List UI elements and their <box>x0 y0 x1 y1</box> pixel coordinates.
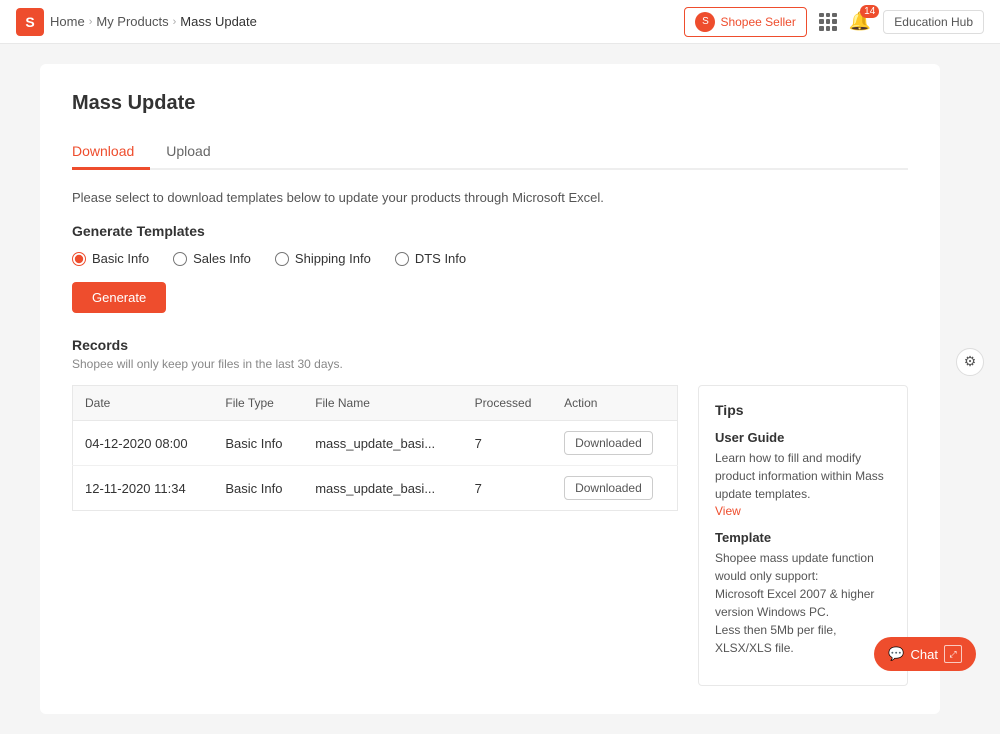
table-header: Date File Type File Name Processed Actio… <box>73 386 678 421</box>
expand-icon: ⤢ <box>944 645 962 663</box>
row1-action: Downloaded <box>552 421 677 466</box>
tip-view-link[interactable]: View <box>715 504 741 518</box>
breadcrumb-home[interactable]: Home <box>50 14 85 29</box>
col-file-name: File Name <box>303 386 462 421</box>
tips-title: Tips <box>715 402 891 418</box>
settings-icon: ⚙ <box>964 353 977 370</box>
row1-processed: 7 <box>463 421 552 466</box>
table-column: Date File Type File Name Processed Actio… <box>72 385 678 686</box>
col-date: Date <box>73 386 214 421</box>
tabs: Download Upload <box>72 135 908 170</box>
breadcrumb-sep-2: › <box>173 16 177 28</box>
row2-date: 12-11-2020 11:34 <box>73 466 214 511</box>
table-body: 04-12-2020 08:00 Basic Info mass_update_… <box>73 421 678 511</box>
template-options: Basic Info Sales Info Shipping Info DTS … <box>72 251 908 266</box>
notification-badge: 14 <box>860 5 879 18</box>
tip-template-text3: Less then 5Mb per file, XLSX/XLS file. <box>715 621 891 657</box>
tip-template-title: Template <box>715 530 891 545</box>
breadcrumb: Home › My Products › Mass Update <box>50 14 257 29</box>
records-note: Shopee will only keep your files in the … <box>72 357 908 371</box>
top-navigation: S Home › My Products › Mass Update S Sho… <box>0 0 1000 44</box>
tip-user-guide-text: Learn how to fill and modify product inf… <box>715 449 891 503</box>
shopee-logo[interactable]: S <box>16 8 44 36</box>
main-wrapper: Mass Update Download Upload Please selec… <box>0 44 1000 734</box>
notification-button[interactable]: 🔔 14 <box>849 11 871 32</box>
generate-section-title: Generate Templates <box>72 223 908 239</box>
chat-button[interactable]: 💬 Chat ⤢ <box>874 637 976 671</box>
tips-box: Tips User Guide Learn how to fill and mo… <box>698 385 908 686</box>
breadcrumb-my-products[interactable]: My Products <box>96 14 168 29</box>
row2-action: Downloaded <box>552 466 677 511</box>
radio-basic-info-input[interactable] <box>72 252 86 266</box>
chat-icon: 💬 <box>888 646 904 662</box>
tip-user-guide-title: User Guide <box>715 430 891 445</box>
radio-shipping-info[interactable]: Shipping Info <box>275 251 371 266</box>
tips-column: Tips User Guide Learn how to fill and mo… <box>698 385 908 686</box>
row1-file-type: Basic Info <box>213 421 303 466</box>
content-card: Mass Update Download Upload Please selec… <box>40 64 940 714</box>
row2-processed: 7 <box>463 466 552 511</box>
row2-file-name: mass_update_basi... <box>303 466 462 511</box>
shopee-seller-button[interactable]: S Shopee Seller <box>684 7 806 37</box>
shopee-seller-icon: S <box>695 12 715 32</box>
records-title: Records <box>72 337 908 353</box>
generate-button[interactable]: Generate <box>72 282 166 313</box>
tip-template-text1: Shopee mass update function would only s… <box>715 549 891 585</box>
instructions-text: Please select to download templates belo… <box>72 190 908 205</box>
table-row: 04-12-2020 08:00 Basic Info mass_update_… <box>73 421 678 466</box>
grid-menu-icon[interactable] <box>819 13 837 31</box>
col-processed: Processed <box>463 386 552 421</box>
settings-float-button[interactable]: ⚙ <box>956 348 984 376</box>
radio-sales-info-input[interactable] <box>173 252 187 266</box>
tip-template: Template Shopee mass update function wou… <box>715 530 891 657</box>
page-title: Mass Update <box>72 92 908 115</box>
records-table: Date File Type File Name Processed Actio… <box>72 385 678 511</box>
tip-user-guide: User Guide Learn how to fill and modify … <box>715 430 891 518</box>
radio-basic-info[interactable]: Basic Info <box>72 251 149 266</box>
radio-shipping-info-input[interactable] <box>275 252 289 266</box>
content-columns: Date File Type File Name Processed Actio… <box>72 385 908 686</box>
radio-dts-info[interactable]: DTS Info <box>395 251 466 266</box>
radio-dts-info-input[interactable] <box>395 252 409 266</box>
education-hub-button[interactable]: Education Hub <box>883 10 984 34</box>
row1-downloaded-button[interactable]: Downloaded <box>564 431 653 455</box>
col-file-type: File Type <box>213 386 303 421</box>
tab-upload[interactable]: Upload <box>150 135 226 170</box>
header-row: Date File Type File Name Processed Actio… <box>73 386 678 421</box>
row1-file-name: mass_update_basi... <box>303 421 462 466</box>
tab-download[interactable]: Download <box>72 135 150 170</box>
row2-file-type: Basic Info <box>213 466 303 511</box>
table-row: 12-11-2020 11:34 Basic Info mass_update_… <box>73 466 678 511</box>
radio-sales-info[interactable]: Sales Info <box>173 251 251 266</box>
nav-right: S Shopee Seller 🔔 14 Education Hub <box>684 7 984 37</box>
row1-date: 04-12-2020 08:00 <box>73 421 214 466</box>
breadcrumb-sep-1: › <box>89 16 93 28</box>
tip-template-text2: Microsoft Excel 2007 & higher version Wi… <box>715 585 891 621</box>
row2-downloaded-button[interactable]: Downloaded <box>564 476 653 500</box>
chat-label: Chat <box>911 647 938 662</box>
breadcrumb-current: Mass Update <box>180 14 257 29</box>
nav-left: S Home › My Products › Mass Update <box>16 8 684 36</box>
col-action: Action <box>552 386 677 421</box>
